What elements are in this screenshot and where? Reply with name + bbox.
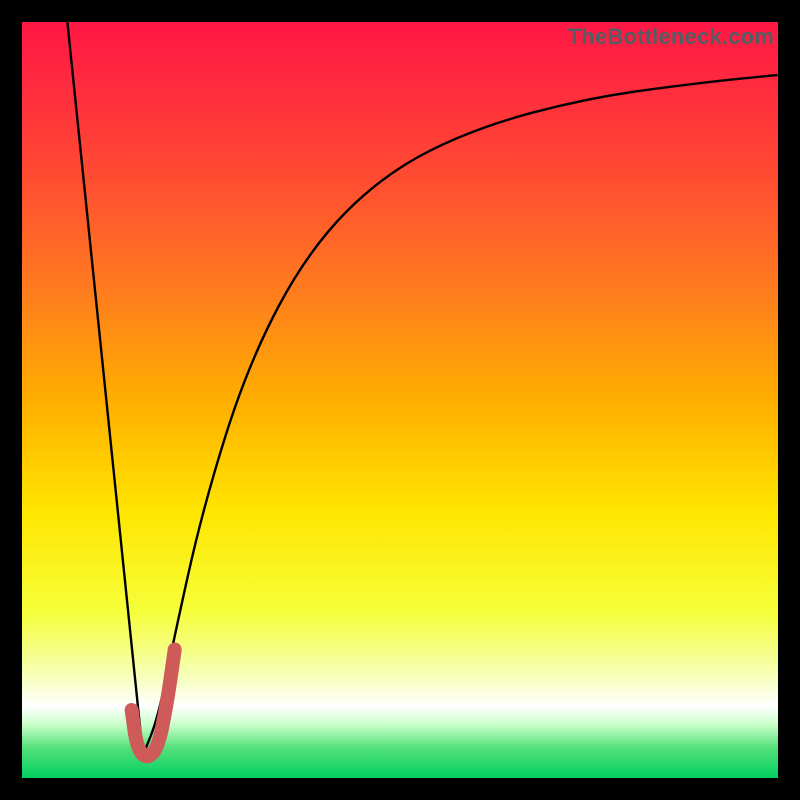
gradient-background — [22, 22, 778, 778]
watermark-label: TheBottleneck.com — [568, 24, 774, 50]
chart-frame: TheBottleneck.com — [0, 0, 800, 800]
chart-canvas — [22, 22, 778, 778]
plot-area: TheBottleneck.com — [22, 22, 778, 778]
